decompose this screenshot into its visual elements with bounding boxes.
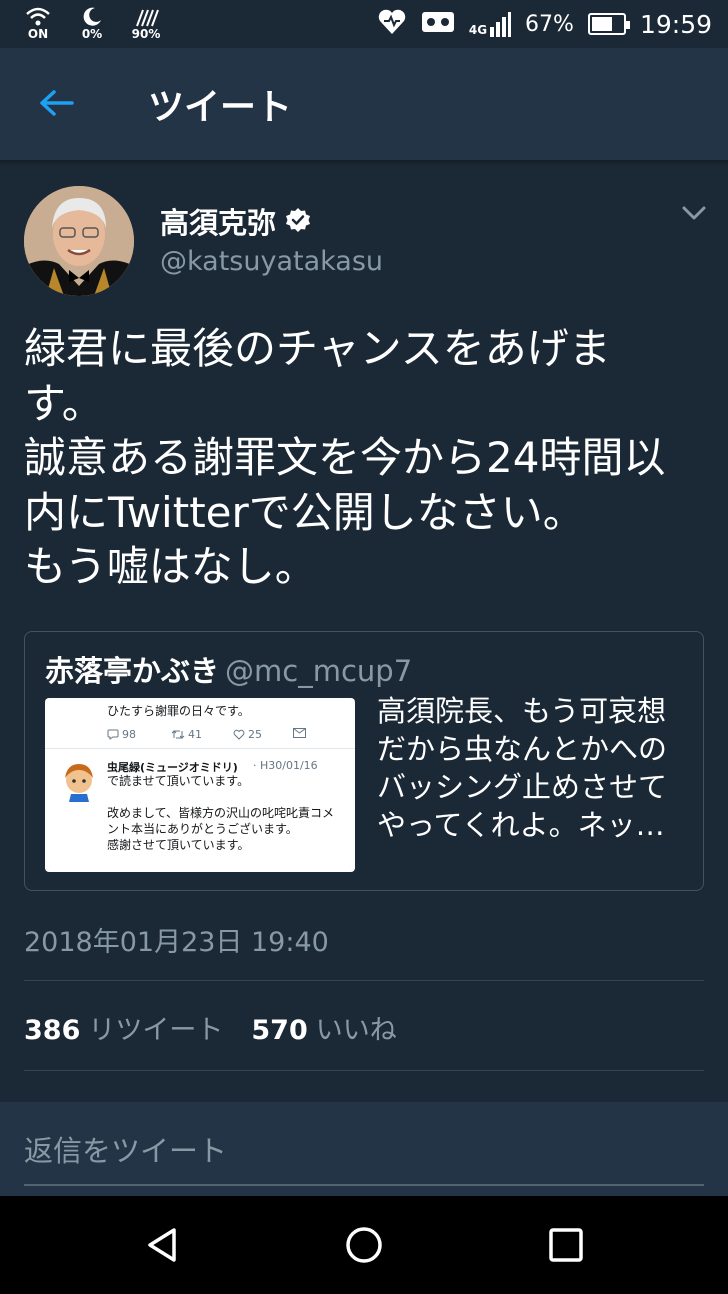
divider <box>24 1070 704 1071</box>
reply-input[interactable]: 返信をツイート <box>24 1128 227 1170</box>
nav-home-icon[interactable] <box>339 1220 389 1270</box>
reply-bar: 返信をツイート <box>0 1102 728 1196</box>
battery-fill <box>591 17 613 31</box>
retweet-count: 386 <box>24 1015 81 1046</box>
wifi-on-icon: ON <box>20 6 56 40</box>
image-retweet-value: 41 <box>188 728 202 741</box>
quoted-author-name: 赤落亭かぶき <box>45 654 220 688</box>
vr-icon <box>421 9 455 39</box>
retweet-label: リツイート <box>88 1015 224 1046</box>
author-handle[interactable]: @katsuyatakasu <box>160 246 383 277</box>
like-stat[interactable]: 570 いいね <box>251 1008 396 1047</box>
image-reply-value: 98 <box>122 728 136 741</box>
network-4g-icon: 4G <box>468 11 512 37</box>
nav-back-icon[interactable] <box>138 1220 188 1270</box>
status-notifications: ON 0% 90% <box>20 6 164 40</box>
image-line: 改めまして、皆様方の沢山の叱咤叱責コメ <box>107 806 335 820</box>
system-nav-bar <box>0 1196 728 1294</box>
like-count: 570 <box>251 1015 308 1046</box>
image-line: ント本当にありがとうございます。 <box>107 822 298 836</box>
rain-caption: 90% <box>131 27 161 41</box>
divider <box>24 980 704 981</box>
verified-badge-icon <box>284 207 312 235</box>
author-name-row[interactable]: 高須克弥 <box>160 200 312 242</box>
like-label: いいね <box>315 1015 397 1046</box>
image-retweet-count: 41 <box>171 728 202 741</box>
tweet-timestamp: 2018年01月23日 19:40 <box>24 927 329 958</box>
tweet-stats: 386 リツイート 570 いいね <box>24 1008 397 1047</box>
status-bar: ON 0% 90% 4G 67% 19:59 <box>0 0 728 48</box>
author-name[interactable]: 高須克弥 <box>160 200 276 242</box>
image-like-value: 25 <box>248 728 262 741</box>
back-arrow-icon[interactable] <box>34 80 80 126</box>
app-header: ツイート <box>0 48 728 160</box>
image-separator <box>45 748 355 749</box>
reply-underline <box>24 1184 704 1186</box>
moon-icon: 0% <box>74 6 110 40</box>
status-system: 4G 67% 19:59 <box>377 8 712 40</box>
battery-percent: 67% <box>525 11 574 37</box>
network-label: 4G <box>468 23 488 37</box>
quoted-tweet-text: 高須院長、もう可哀想 だから虫なんとかへの バッシング止めさせて やってくれよ。… <box>377 694 668 842</box>
page-title: ツイート <box>148 87 293 128</box>
image-like-count: 25 <box>233 728 262 741</box>
header-shadow <box>0 160 728 166</box>
quoted-author-handle: @mc_mcup7 <box>225 654 413 688</box>
quoted-tweet-header: 赤落亭かぶき @mc_mcup7 <box>45 648 412 690</box>
image-line: で読ませて頂いています。 <box>107 774 250 788</box>
wifi-caption: ON <box>27 27 49 41</box>
reply-icon <box>107 729 119 740</box>
image-inner-name: 虫尾緑(ミュージオミドリ) <box>107 761 238 774</box>
image-reply-count: 98 <box>107 728 136 741</box>
heart-icon <box>233 729 245 740</box>
heart-monitor-icon <box>377 8 407 40</box>
chevron-down-icon[interactable] <box>676 198 712 228</box>
image-top-line: ひたすら謝罪の日々です。 <box>107 704 250 718</box>
moon-caption: 0% <box>81 27 103 41</box>
image-avatar <box>59 760 99 802</box>
battery-icon <box>587 13 630 35</box>
avatar[interactable] <box>24 186 134 296</box>
tweet-text: 緑君に最後のチャンスをあげま す。 誠意ある謝罪文を今から24時間以 内にTwi… <box>24 324 666 591</box>
rain-icon: 90% <box>128 6 164 40</box>
retweet-stat[interactable]: 386 リツイート <box>24 1008 223 1047</box>
retweet-icon <box>171 730 185 739</box>
mail-icon <box>293 728 306 738</box>
quoted-tweet-image[interactable]: ひたすら謝罪の日々です。 98 41 25 虫尾緑(ミュージオミドリ) · H3… <box>45 698 355 872</box>
nav-recents-icon[interactable] <box>541 1220 591 1270</box>
image-line: 感謝させて頂いています。 <box>107 838 250 852</box>
quoted-tweet-card[interactable]: 赤落亭かぶき @mc_mcup7 ひたすら謝罪の日々です。 98 41 25 虫尾… <box>24 631 704 891</box>
image-inner-date: · H30/01/16 <box>253 759 318 772</box>
status-clock: 19:59 <box>639 9 712 39</box>
